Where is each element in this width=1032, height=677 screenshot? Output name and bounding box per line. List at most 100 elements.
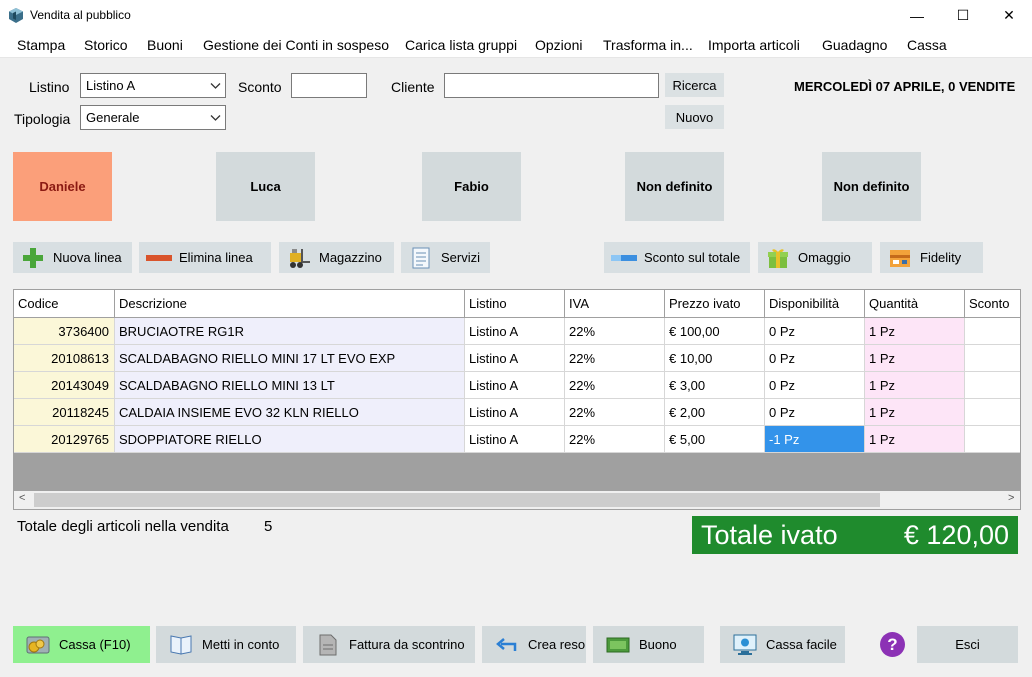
tipologia-select-value: Generale — [86, 110, 140, 125]
cell-listino[interactable]: Listino A — [465, 399, 565, 426]
fattura-da-scontrino-button[interactable]: Fattura da scontrino — [303, 626, 475, 663]
operator-button-non-definito-1[interactable]: Non definito — [625, 152, 724, 221]
cell-quantita[interactable]: 1 Pz — [865, 372, 965, 399]
servizi-button[interactable]: Servizi — [401, 242, 490, 273]
menu-opzioni[interactable]: Opzioni — [535, 37, 582, 53]
cell-listino[interactable]: Listino A — [465, 426, 565, 453]
cell-sconto[interactable] — [965, 318, 1020, 345]
help-icon[interactable]: ? — [880, 632, 905, 657]
tipologia-select[interactable]: Generale — [80, 105, 226, 130]
cell-sconto[interactable] — [965, 426, 1020, 453]
col-prezzo-ivato[interactable]: Prezzo ivato — [665, 290, 765, 317]
col-sconto[interactable]: Sconto — [965, 290, 1020, 317]
cell-disponibilita-selected[interactable]: -1 Pz — [765, 426, 865, 453]
table-row[interactable]: 20143049 SCALDABAGNO RIELLO MINI 13 LT L… — [14, 372, 1020, 399]
cassa-button[interactable]: Cassa (F10) — [13, 626, 150, 663]
cell-iva[interactable]: 22% — [565, 372, 665, 399]
cell-quantita[interactable]: 1 Pz — [865, 399, 965, 426]
cassa-facile-button[interactable]: Cassa facile — [720, 626, 845, 663]
table-row[interactable]: 20118245 CALDAIA INSIEME EVO 32 KLN RIEL… — [14, 399, 1020, 426]
elimina-linea-button[interactable]: Elimina linea — [139, 242, 271, 273]
menu-stampa[interactable]: Stampa — [17, 37, 65, 53]
scroll-left-arrow[interactable]: < — [19, 492, 25, 504]
cell-descrizione[interactable]: CALDAIA INSIEME EVO 32 KLN RIELLO — [115, 399, 465, 426]
col-disponibilita[interactable]: Disponibilità — [765, 290, 865, 317]
cell-iva[interactable]: 22% — [565, 426, 665, 453]
col-quantita[interactable]: Quantità — [865, 290, 965, 317]
table-row[interactable]: 20129765 SDOPPIATORE RIELLO Listino A 22… — [14, 426, 1020, 453]
menu-guadagno[interactable]: Guadagno — [822, 37, 887, 53]
menu-importa-articoli[interactable]: Importa articoli — [708, 37, 800, 53]
cell-descrizione[interactable]: SCALDABAGNO RIELLO MINI 17 LT EVO EXP — [115, 345, 465, 372]
metti-in-conto-button[interactable]: Metti in conto — [156, 626, 296, 663]
menu-trasforma-in[interactable]: Trasforma in... — [603, 37, 693, 53]
scrollbar-thumb[interactable] — [34, 493, 880, 507]
cell-iva[interactable]: 22% — [565, 318, 665, 345]
menu-buoni[interactable]: Buoni — [147, 37, 183, 53]
col-descrizione[interactable]: Descrizione — [115, 290, 465, 317]
esci-button[interactable]: Esci — [917, 626, 1018, 663]
cell-iva[interactable]: 22% — [565, 345, 665, 372]
cell-prezzo[interactable]: € 10,00 — [665, 345, 765, 372]
cell-quantita[interactable]: 1 Pz — [865, 318, 965, 345]
cell-prezzo[interactable]: € 100,00 — [665, 318, 765, 345]
crea-reso-button[interactable]: Crea reso — [482, 626, 586, 663]
cell-iva[interactable]: 22% — [565, 399, 665, 426]
menu-carica-lista-gruppi[interactable]: Carica lista gruppi — [405, 37, 517, 53]
minimize-button[interactable]: — — [894, 0, 940, 31]
cell-listino[interactable]: Listino A — [465, 318, 565, 345]
col-iva[interactable]: IVA — [565, 290, 665, 317]
cell-prezzo[interactable]: € 3,00 — [665, 372, 765, 399]
cell-descrizione[interactable]: BRUCIAOTRE RG1R — [115, 318, 465, 345]
operator-button-daniele[interactable]: Daniele — [13, 152, 112, 221]
cell-codice[interactable]: 20143049 — [14, 372, 115, 399]
cell-descrizione[interactable]: SCALDABAGNO RIELLO MINI 13 LT — [115, 372, 465, 399]
cell-codice[interactable]: 20129765 — [14, 426, 115, 453]
menu-gestione-conti[interactable]: Gestione dei Conti in sospeso — [203, 37, 389, 53]
col-listino[interactable]: Listino — [465, 290, 565, 317]
cell-prezzo[interactable]: € 5,00 — [665, 426, 765, 453]
omaggio-button[interactable]: Omaggio — [758, 242, 872, 273]
buono-button[interactable]: Buono — [593, 626, 704, 663]
cell-disponibilita[interactable]: 0 Pz — [765, 372, 865, 399]
forklift-icon — [285, 246, 313, 270]
cell-sconto[interactable] — [965, 399, 1020, 426]
listino-select[interactable]: Listino A — [80, 73, 226, 98]
menu-cassa[interactable]: Cassa — [907, 37, 947, 53]
ricerca-button[interactable]: Ricerca — [665, 73, 724, 97]
cell-disponibilita[interactable]: 0 Pz — [765, 399, 865, 426]
cell-sconto[interactable] — [965, 372, 1020, 399]
cell-codice[interactable]: 20108613 — [14, 345, 115, 372]
nuova-linea-button[interactable]: Nuova linea — [13, 242, 132, 273]
scroll-right-arrow[interactable]: > — [1008, 492, 1014, 504]
cliente-input[interactable] — [444, 73, 659, 98]
nuovo-cliente-button[interactable]: Nuovo — [665, 105, 724, 129]
fidelity-button[interactable]: Fidelity — [880, 242, 983, 273]
operator-button-non-definito-2[interactable]: Non definito — [822, 152, 921, 221]
cell-prezzo[interactable]: € 2,00 — [665, 399, 765, 426]
sconto-totale-button[interactable]: Sconto sul totale — [604, 242, 750, 273]
sconto-input[interactable] — [291, 73, 367, 98]
cell-codice[interactable]: 20118245 — [14, 399, 115, 426]
cell-descrizione[interactable]: SDOPPIATORE RIELLO — [115, 426, 465, 453]
cell-sconto[interactable] — [965, 345, 1020, 372]
cell-quantita[interactable]: 1 Pz — [865, 345, 965, 372]
table-row[interactable]: 20108613 SCALDABAGNO RIELLO MINI 17 LT E… — [14, 345, 1020, 372]
horizontal-scrollbar[interactable]: < > — [14, 491, 1020, 509]
menu-storico[interactable]: Storico — [84, 37, 128, 53]
operator-button-fabio[interactable]: Fabio — [422, 152, 521, 221]
omaggio-label: Omaggio — [798, 250, 851, 265]
operator-button-luca[interactable]: Luca — [216, 152, 315, 221]
menu-bar: Stampa Storico Buoni Gestione dei Conti … — [0, 31, 1032, 58]
table-row[interactable]: 3736400 BRUCIAOTRE RG1R Listino A 22% € … — [14, 318, 1020, 345]
cell-quantita[interactable]: 1 Pz — [865, 426, 965, 453]
cell-listino[interactable]: Listino A — [465, 345, 565, 372]
col-codice[interactable]: Codice — [14, 290, 115, 317]
cell-disponibilita[interactable]: 0 Pz — [765, 318, 865, 345]
close-button[interactable]: ✕ — [986, 0, 1032, 31]
cell-codice[interactable]: 3736400 — [14, 318, 115, 345]
magazzino-button[interactable]: Magazzino — [279, 242, 394, 273]
cell-listino[interactable]: Listino A — [465, 372, 565, 399]
cell-disponibilita[interactable]: 0 Pz — [765, 345, 865, 372]
maximize-button[interactable]: ☐ — [940, 0, 986, 31]
